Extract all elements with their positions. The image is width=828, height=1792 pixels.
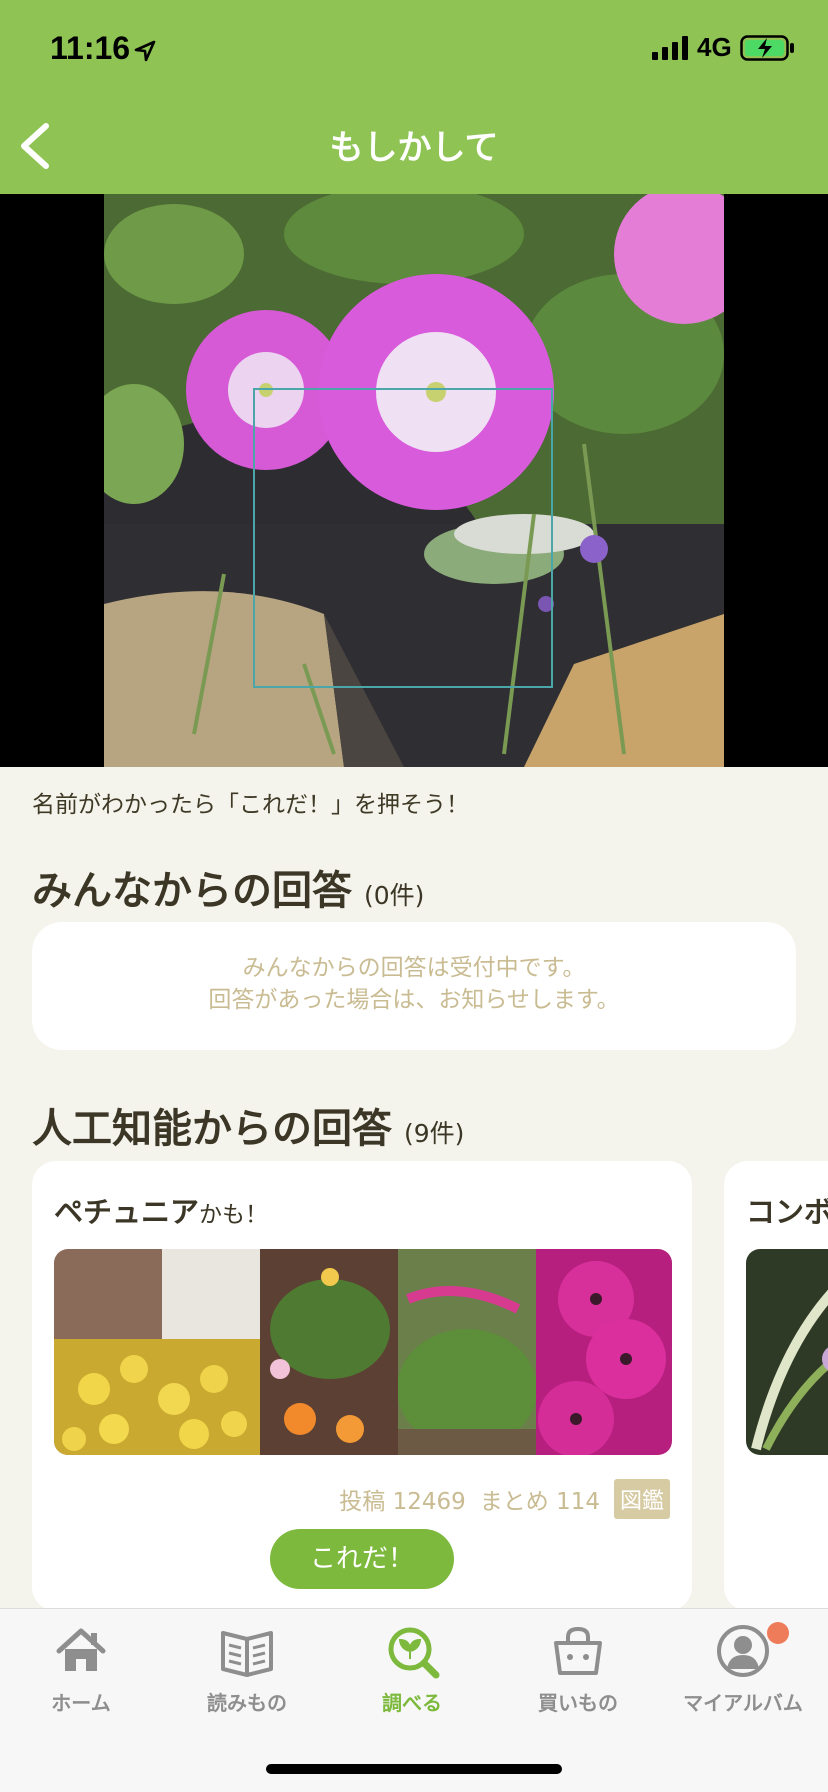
ai-candidate-card-next[interactable]: コンボ	[724, 1161, 828, 1611]
candidate-name: ペチュニアかも！	[54, 1189, 268, 1231]
tab-shopping-label: 買いもの	[538, 1691, 618, 1715]
thumbnail-garden-bed[interactable]	[398, 1249, 536, 1455]
photo-viewer	[0, 194, 828, 767]
ai-answers-title: 人工知能からの回答	[32, 1106, 392, 1152]
hint-text: 名前がわかったら「これだ！」を押そう！	[32, 792, 469, 818]
tab-my-album[interactable]: マイアルバム	[668, 1623, 818, 1716]
post-count: 投稿 12469	[339, 1489, 466, 1515]
thumbnail-magenta-petunia[interactable]	[536, 1249, 672, 1455]
candidate-stats: 投稿 12469 まとめ 114 図鑑	[339, 1479, 670, 1519]
notification-badge	[767, 1622, 789, 1644]
signal-icon	[652, 36, 688, 60]
matome-count: まとめ 114	[479, 1489, 600, 1515]
empty-message-line1: みんなからの回答は受付中です。	[242, 955, 586, 981]
location-arrow-icon	[134, 40, 156, 62]
community-answers-heading: みんなからの回答 (0件)	[32, 858, 424, 916]
home-indicator	[266, 1764, 562, 1774]
ai-answers-count: (9件)	[404, 1119, 465, 1148]
ai-answers-heading: 人工知能からの回答 (9件)	[32, 1096, 464, 1154]
community-answers-count: (0件)	[364, 881, 425, 910]
home-icon	[56, 1628, 106, 1671]
book-icon	[221, 1631, 273, 1677]
community-answers-title: みんなからの回答	[32, 868, 352, 914]
status-time: 11:16	[50, 30, 131, 66]
battery-charging-icon	[740, 35, 794, 61]
empty-message-line2: 回答があった場合は、お知らせします。	[208, 987, 620, 1013]
profile-icon	[717, 1625, 769, 1677]
zukan-button[interactable]: 図鑑	[613, 1479, 670, 1519]
tab-reading[interactable]: 読みもの	[172, 1623, 322, 1716]
search-plant-icon	[388, 1627, 440, 1679]
thumbnail-zinnia[interactable]	[260, 1249, 398, 1455]
candidate-name-next: コンボ	[746, 1195, 828, 1229]
tab-search[interactable]: 調べる	[337, 1623, 487, 1716]
tab-shopping[interactable]: 買いもの	[503, 1623, 653, 1716]
tab-home-label: ホーム	[51, 1691, 111, 1715]
candidate-name-text: ペチュニア	[54, 1195, 200, 1229]
thumbnail-yellow-petunia[interactable]	[54, 1249, 260, 1455]
ai-candidate-card[interactable]: ペチュニアかも！ 投稿 12469 まとめ 114 図鑑 これだ！	[32, 1161, 692, 1611]
network-type: 4G	[697, 32, 732, 62]
candidate-thumbnails[interactable]	[54, 1249, 672, 1455]
this-is-it-button[interactable]: これだ！	[270, 1529, 454, 1589]
detection-box	[253, 388, 553, 688]
thumbnail-next[interactable]	[746, 1249, 828, 1455]
tab-home[interactable]: ホーム	[6, 1623, 156, 1716]
tab-search-label: 調べる	[382, 1691, 442, 1715]
tab-my-album-label: マイアルバム	[683, 1691, 803, 1715]
shopping-bag-icon	[554, 1626, 602, 1675]
community-empty-card: みんなからの回答は受付中です。 回答があった場合は、お知らせします。	[32, 922, 796, 1050]
page-title: もしかして	[329, 128, 499, 168]
candidate-name-suffix: かも！	[199, 1202, 269, 1228]
tab-reading-label: 読みもの	[207, 1691, 287, 1715]
header-bar: 11:16 4G もしかして	[0, 0, 828, 194]
